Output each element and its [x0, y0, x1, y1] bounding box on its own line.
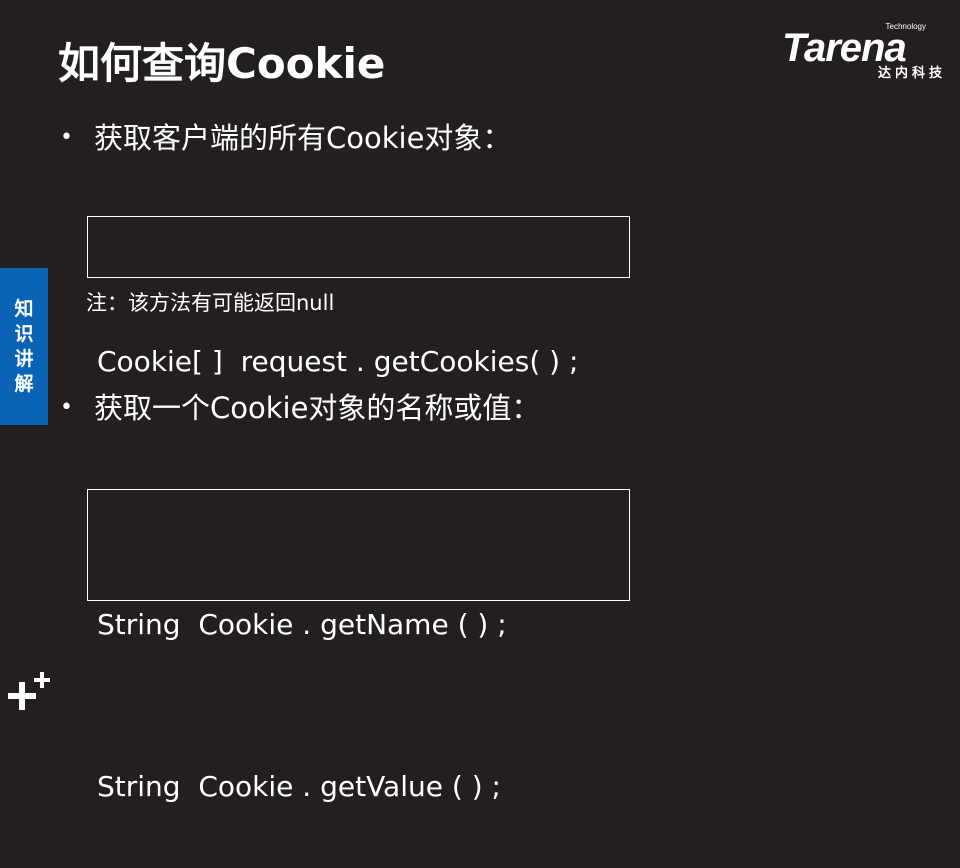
code-block-get-name-value: String Cookie . getName ( ) ; String Coo…	[87, 489, 630, 803]
bullet-icon: •	[60, 125, 73, 150]
section-heading-text: 获取客户端的所有Cookie对象：	[94, 121, 512, 155]
logo-brand: Tarena	[782, 26, 907, 70]
logo-chinese-name: 达内科技	[877, 66, 946, 81]
side-tab-knowledge[interactable]: 知识讲解	[0, 268, 48, 425]
section-heading-text: 获取一个Cookie对象的名称或值：	[94, 391, 541, 425]
note-text: 注：该方法有可能返回null	[86, 291, 335, 315]
code-line: Cookie[ ] request . getCookies( ) ;	[97, 345, 579, 378]
slide-title: 如何查询Cookie	[58, 39, 386, 88]
bullet-icon: •	[60, 395, 73, 420]
tarena-logo: Technology Tarena 达内科技	[778, 22, 948, 86]
side-tab-label: 知识讲解	[14, 297, 34, 395]
code-line: String Cookie . getValue ( ) ;	[97, 770, 501, 803]
section-heading-1: • 获取客户端的所有Cookie对象：	[60, 118, 511, 158]
code-block-get-cookies: Cookie[ ] request . getCookies( ) ;	[87, 216, 630, 378]
plus-logo-icon	[8, 672, 50, 710]
section-heading-2: • 获取一个Cookie对象的名称或值：	[60, 388, 540, 428]
code-line: String Cookie . getName ( ) ;	[97, 608, 507, 641]
